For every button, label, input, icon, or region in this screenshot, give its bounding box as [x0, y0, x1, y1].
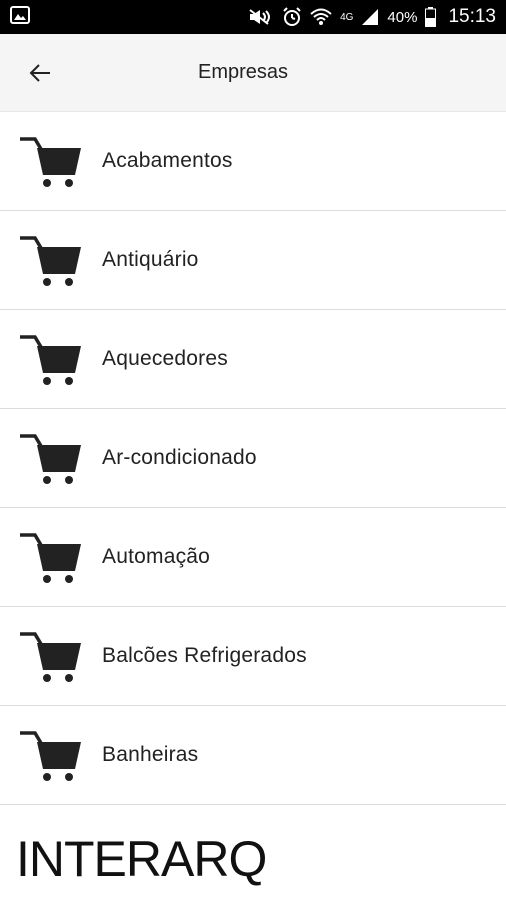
list-item-label: Antiquário — [102, 248, 199, 271]
list-item[interactable]: Ar-condicionado — [0, 409, 506, 508]
list-item[interactable]: Automação — [0, 508, 506, 607]
mute-icon — [248, 8, 274, 26]
list-item-label: Ar-condicionado — [102, 446, 257, 469]
back-button[interactable] — [20, 53, 60, 93]
category-list: Acabamentos Antiquário Aquecedores Ar-co… — [0, 112, 506, 805]
list-item[interactable]: Aquecedores — [0, 310, 506, 409]
list-item-label: Acabamentos — [102, 149, 233, 172]
network-type-icon: 4G — [340, 11, 354, 23]
list-item[interactable]: Banheiras — [0, 706, 506, 805]
shopping-cart-icon — [17, 529, 83, 585]
gallery-notification-icon — [10, 5, 30, 29]
list-item-label: Aquecedores — [102, 347, 228, 370]
list-item-label: Balcões Refrigerados — [102, 644, 307, 667]
shopping-cart-icon — [17, 727, 83, 783]
signal-icon — [361, 8, 379, 26]
list-item-label: Automação — [102, 545, 211, 568]
shopping-cart-icon — [17, 232, 83, 288]
list-item[interactable]: Acabamentos — [0, 112, 506, 211]
arrow-left-icon — [29, 63, 50, 82]
wifi-icon — [310, 8, 332, 26]
shopping-cart-icon — [17, 331, 83, 387]
list-item[interactable]: Antiquário — [0, 211, 506, 310]
list-item[interactable]: Balcões Refrigerados — [0, 607, 506, 706]
list-item-label: Banheiras — [102, 743, 199, 766]
battery-percentage: 40% — [387, 8, 418, 26]
status-bar: 4G 40% 15:13 — [0, 0, 506, 34]
shopping-cart-icon — [17, 430, 83, 486]
shopping-cart-icon — [17, 628, 83, 684]
app-bar: Empresas — [0, 34, 506, 112]
brand-logo: INTERARQ — [16, 831, 267, 887]
alarm-icon — [282, 7, 302, 27]
page-title: Empresas — [197, 61, 289, 83]
battery-icon — [425, 7, 437, 27]
shopping-cart-icon — [17, 133, 83, 189]
clock: 15:13 — [448, 6, 496, 27]
